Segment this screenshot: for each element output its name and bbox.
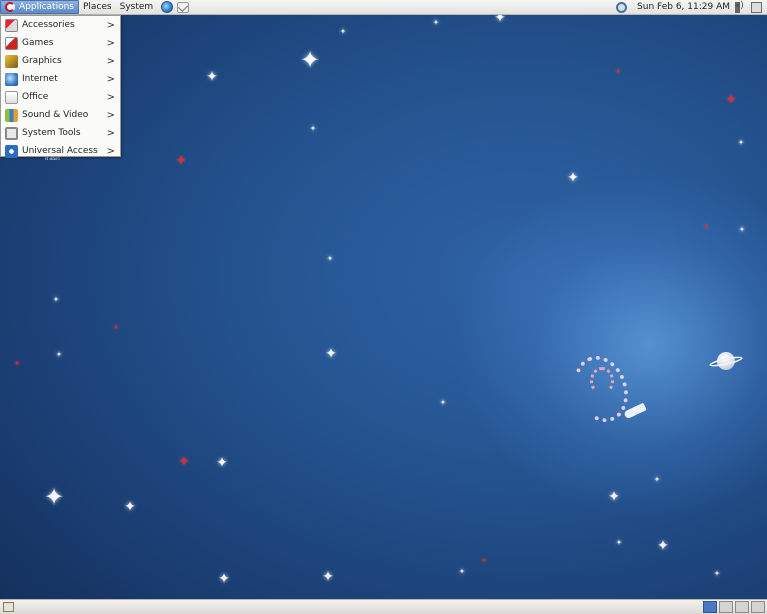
menu-item-label: Internet	[22, 74, 58, 84]
star-icon: ✦	[112, 323, 120, 332]
chevron-right-icon: >	[106, 91, 115, 103]
top-panel: Applications Places System Sun Feb 6, 11…	[0, 0, 767, 15]
applications-menu: Accessories > Games > Graphics > Interne…	[0, 15, 121, 160]
star-icon: ✦	[608, 489, 620, 505]
star-icon: ✦	[339, 27, 347, 36]
menu-item-label: System Tools	[22, 128, 81, 138]
star-icon: ✦	[657, 538, 669, 554]
menu-item-universal-access[interactable]: Universal Access >	[1, 142, 120, 160]
volume-icon[interactable]	[735, 0, 746, 13]
clock[interactable]: Sun Feb 6, 11:29 AM	[637, 2, 730, 12]
star-icon: ✦	[653, 475, 661, 484]
menu-item-games[interactable]: Games >	[1, 34, 120, 52]
places-menu-button[interactable]: Places	[79, 0, 116, 14]
network-icon[interactable]	[751, 1, 762, 13]
menu-item-label: Office	[22, 92, 49, 102]
internet-icon	[5, 72, 18, 86]
system-tools-icon	[5, 126, 18, 140]
panel-notification-area: Sun Feb 6, 11:29 AM	[616, 0, 767, 15]
applications-menu-button[interactable]: Applications	[0, 0, 79, 14]
menu-item-graphics[interactable]: Graphics >	[1, 52, 120, 70]
system-menu-button[interactable]: System	[116, 0, 158, 14]
star-icon: ✦	[13, 359, 21, 368]
search-icon[interactable]	[616, 1, 628, 13]
star-icon: ✦	[458, 567, 466, 576]
chevron-right-icon: >	[106, 37, 115, 49]
star-icon: ✦	[216, 455, 228, 471]
star-icon: ✦	[206, 69, 218, 85]
show-desktop-icon[interactable]	[3, 602, 14, 612]
workspace-1[interactable]	[703, 601, 717, 613]
office-icon	[5, 90, 18, 104]
chevron-right-icon: >	[106, 109, 115, 121]
universal-access-icon	[5, 144, 18, 158]
chevron-right-icon: >	[106, 127, 115, 139]
planet-icon	[708, 350, 744, 372]
menu-item-sound-video[interactable]: Sound & Video >	[1, 106, 120, 124]
star-icon: ✦	[322, 569, 334, 585]
star-icon: ✦	[432, 18, 440, 27]
star-icon: ✦	[702, 222, 710, 231]
debian-swirl-inner-decoration	[590, 367, 614, 395]
star-icon: ✦	[737, 138, 745, 147]
menu-item-label: Graphics	[22, 56, 62, 66]
applications-menu-label: Applications	[19, 2, 74, 12]
menu-item-label: Accessories	[22, 20, 75, 30]
star-icon: ✦	[178, 454, 190, 470]
menu-item-label: Games	[22, 38, 54, 48]
menu-item-office[interactable]: Office >	[1, 88, 120, 106]
games-icon	[5, 36, 18, 50]
workspace-2[interactable]	[719, 601, 733, 613]
workspace-4[interactable]	[751, 601, 765, 613]
menu-item-accessories[interactable]: Accessories >	[1, 16, 120, 34]
bottom-panel	[0, 599, 767, 614]
chevron-right-icon: >	[106, 55, 115, 67]
star-icon: ✦	[725, 92, 737, 108]
star-icon: ✦	[480, 556, 488, 565]
chevron-right-icon: >	[106, 19, 115, 31]
star-icon: ✦	[309, 124, 317, 133]
star-icon: ✦	[299, 46, 321, 74]
web-browser-launcher-icon[interactable]	[161, 1, 174, 13]
sound-video-icon	[5, 108, 18, 122]
menu-item-label: Sound & Video	[22, 110, 89, 120]
star-icon: ✦	[325, 346, 337, 362]
star-icon: ✦	[55, 350, 63, 359]
graphics-icon	[5, 54, 18, 68]
chevron-right-icon: >	[106, 73, 115, 85]
star-icon: ✦	[713, 569, 721, 578]
debian-logo-icon	[5, 2, 15, 12]
accessories-icon	[5, 18, 18, 32]
star-icon: ✦	[326, 254, 334, 263]
workspace-3[interactable]	[735, 601, 749, 613]
chevron-right-icon: >	[106, 145, 115, 157]
star-icon: ✦	[43, 483, 65, 511]
star-icon: ✦	[494, 15, 506, 26]
menu-item-system-tools[interactable]: System Tools >	[1, 124, 120, 142]
star-icon: ✦	[218, 571, 230, 587]
star-icon: ✦	[124, 499, 136, 515]
menu-item-label: Universal Access	[22, 146, 98, 156]
star-icon: ✦	[439, 398, 447, 407]
star-icon: ✦	[52, 295, 60, 304]
star-icon: ✦	[615, 538, 623, 547]
star-icon: ✦	[567, 170, 579, 186]
star-icon: ✦	[175, 153, 187, 169]
email-launcher-icon[interactable]	[177, 1, 190, 13]
menu-item-internet[interactable]: Internet >	[1, 70, 120, 88]
star-icon: ✦	[614, 67, 622, 76]
star-icon: ✦	[738, 225, 746, 234]
